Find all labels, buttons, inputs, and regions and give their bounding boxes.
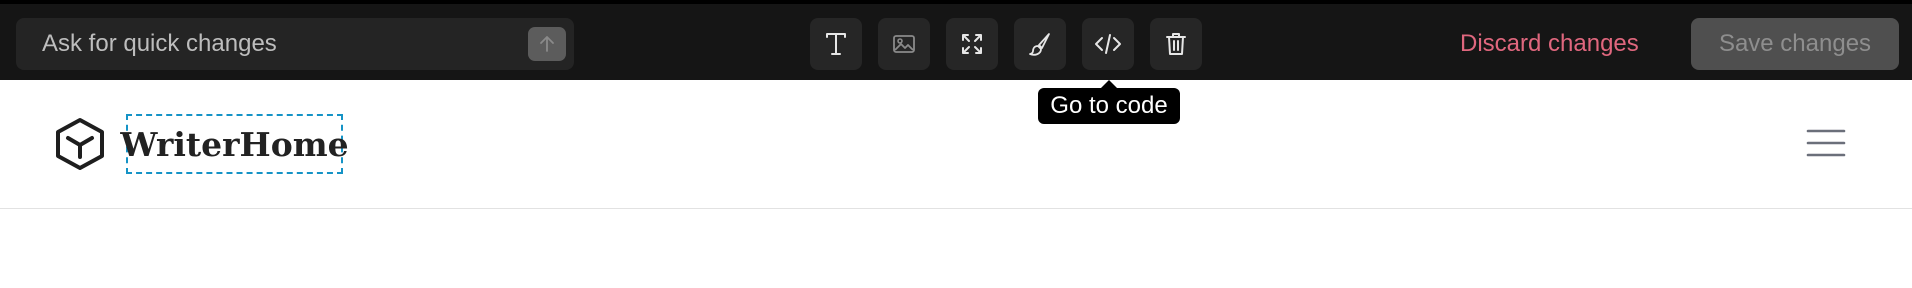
code-tooltip: Go to code (1038, 80, 1180, 124)
cube-icon (56, 118, 104, 170)
image-tool-button[interactable] (878, 18, 930, 70)
code-tool-button[interactable] (1082, 18, 1134, 70)
quick-changes-input[interactable] (16, 18, 516, 70)
hamburger-icon[interactable] (1806, 128, 1846, 158)
editor-toolbar: Discard changes Save changes (0, 0, 1912, 80)
delete-tool-button[interactable] (1150, 18, 1202, 70)
trash-icon (1166, 33, 1186, 55)
quick-changes-box (16, 18, 574, 70)
save-changes-button[interactable]: Save changes (1691, 18, 1899, 70)
site-header: WriterHome (0, 80, 1912, 209)
text-tool-button[interactable] (810, 18, 862, 70)
send-button[interactable] (528, 27, 566, 61)
expand-icon (962, 34, 982, 54)
style-tool-button[interactable] (1014, 18, 1066, 70)
arrow-up-icon (540, 36, 554, 52)
text-icon (826, 33, 846, 55)
code-icon (1095, 34, 1121, 54)
discard-changes-button[interactable]: Discard changes (1460, 30, 1639, 58)
paintbrush-icon (1029, 33, 1050, 56)
brand-name[interactable]: WriterHome (120, 114, 349, 174)
resize-tool-button[interactable] (946, 18, 998, 70)
image-icon (893, 35, 915, 53)
